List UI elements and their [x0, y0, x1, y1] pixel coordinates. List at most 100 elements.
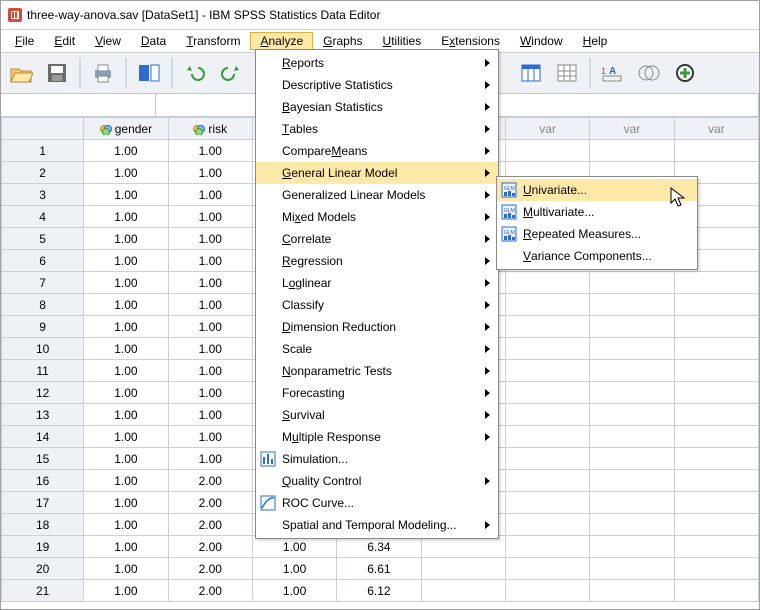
menu-item[interactable]: Regression	[256, 250, 498, 272]
cell[interactable]	[674, 426, 758, 448]
cell[interactable]: 1.00	[84, 382, 168, 404]
cell[interactable]	[590, 492, 674, 514]
cell[interactable]: 1.00	[168, 360, 252, 382]
row-header[interactable]: 2	[2, 162, 84, 184]
menu-item[interactable]: Bayesian Statistics	[256, 96, 498, 118]
submenu-item[interactable]: Variance Components...	[497, 245, 697, 267]
value-labels-icon[interactable]: 1A	[597, 57, 629, 89]
menu-data[interactable]: Data	[131, 32, 176, 50]
menu-item[interactable]: Dimension Reduction	[256, 316, 498, 338]
row-header[interactable]: 5	[2, 228, 84, 250]
cell[interactable]	[674, 448, 758, 470]
menu-item[interactable]: Generalized Linear Models	[256, 184, 498, 206]
submenu-item[interactable]: GLMMultivariate...	[497, 201, 697, 223]
cell[interactable]	[505, 426, 589, 448]
menu-item[interactable]: Spatial and Temporal Modeling...	[256, 514, 498, 536]
menu-graphs[interactable]: Graphs	[313, 32, 372, 50]
menu-item[interactable]: Quality Control	[256, 470, 498, 492]
cell[interactable]	[674, 360, 758, 382]
cell[interactable]: 1.00	[168, 382, 252, 404]
cell[interactable]	[674, 272, 758, 294]
menu-utilities[interactable]: Utilities	[373, 32, 432, 50]
cell[interactable]: 1.00	[168, 404, 252, 426]
menu-window[interactable]: Window	[510, 32, 573, 50]
cell[interactable]	[505, 448, 589, 470]
menu-item[interactable]: Compare Means	[256, 140, 498, 162]
cell[interactable]: 2.00	[168, 492, 252, 514]
column-header[interactable]: var	[674, 118, 758, 140]
cell[interactable]	[590, 536, 674, 558]
cell[interactable]: 1.00	[84, 448, 168, 470]
cell[interactable]	[505, 272, 589, 294]
menu-item[interactable]: Tables	[256, 118, 498, 140]
cell[interactable]: 1.00	[84, 536, 168, 558]
cell[interactable]	[674, 536, 758, 558]
menu-item[interactable]: Scale	[256, 338, 498, 360]
cell[interactable]: 2.00	[168, 558, 252, 580]
cell[interactable]: 1.00	[84, 162, 168, 184]
cell[interactable]	[590, 448, 674, 470]
cell[interactable]	[590, 470, 674, 492]
row-header[interactable]: 4	[2, 206, 84, 228]
redo-icon[interactable]	[215, 57, 247, 89]
row-header[interactable]: 7	[2, 272, 84, 294]
menu-help[interactable]: Help	[573, 32, 618, 50]
cell[interactable]	[674, 404, 758, 426]
menu-item[interactable]: Loglinear	[256, 272, 498, 294]
menu-item[interactable]: Multiple Response	[256, 426, 498, 448]
cell[interactable]: 2.00	[168, 514, 252, 536]
row-header[interactable]: 3	[2, 184, 84, 206]
cell[interactable]	[590, 382, 674, 404]
row-header[interactable]: 20	[2, 558, 84, 580]
cell[interactable]	[505, 514, 589, 536]
cell[interactable]: 1.00	[168, 338, 252, 360]
cell[interactable]: 1.00	[84, 272, 168, 294]
row-header[interactable]: 11	[2, 360, 84, 382]
cell[interactable]: 6.12	[337, 580, 421, 602]
cell[interactable]: 1.00	[84, 426, 168, 448]
cell[interactable]	[590, 338, 674, 360]
cell[interactable]: 1.00	[168, 426, 252, 448]
cell[interactable]	[505, 360, 589, 382]
submenu-item[interactable]: GLMRepeated Measures...	[497, 223, 697, 245]
open-icon[interactable]	[5, 57, 37, 89]
cell[interactable]: 1.00	[84, 228, 168, 250]
cell[interactable]	[505, 316, 589, 338]
cell[interactable]: 1.00	[168, 448, 252, 470]
variable-sets-icon[interactable]	[633, 57, 665, 89]
cell[interactable]: 1.00	[84, 404, 168, 426]
column-header[interactable]: risk	[168, 118, 252, 140]
cell[interactable]	[590, 140, 674, 162]
cell[interactable]: 1.00	[168, 228, 252, 250]
cell[interactable]: 1.00	[168, 272, 252, 294]
cell[interactable]: 1.00	[84, 492, 168, 514]
cell[interactable]: 1.00	[84, 514, 168, 536]
cell[interactable]	[674, 580, 758, 602]
menu-item[interactable]: Simulation...	[256, 448, 498, 470]
cell[interactable]: 2.00	[168, 580, 252, 602]
cell[interactable]	[505, 294, 589, 316]
cell[interactable]: 1.00	[168, 294, 252, 316]
cell[interactable]: 6.61	[337, 558, 421, 580]
cell[interactable]: 1.00	[84, 250, 168, 272]
grid-lines-icon[interactable]	[551, 57, 583, 89]
cell[interactable]	[505, 140, 589, 162]
print-icon[interactable]	[87, 57, 119, 89]
menu-item[interactable]: Reports	[256, 52, 498, 74]
menu-file[interactable]: File	[5, 32, 44, 50]
menu-item[interactable]: General Linear Model	[256, 162, 498, 184]
cell[interactable]: 1.00	[168, 140, 252, 162]
menu-analyze[interactable]: Analyze	[250, 32, 313, 50]
row-header[interactable]: 19	[2, 536, 84, 558]
row-header[interactable]: 10	[2, 338, 84, 360]
cell[interactable]: 1.00	[252, 580, 336, 602]
cell[interactable]	[590, 580, 674, 602]
cell[interactable]: 1.00	[252, 558, 336, 580]
row-header[interactable]: 14	[2, 426, 84, 448]
cell[interactable]	[674, 514, 758, 536]
menu-edit[interactable]: Edit	[44, 32, 85, 50]
menu-item[interactable]: ROC Curve...	[256, 492, 498, 514]
cell[interactable]	[674, 382, 758, 404]
menu-item[interactable]: Survival	[256, 404, 498, 426]
menu-item[interactable]: Classify	[256, 294, 498, 316]
